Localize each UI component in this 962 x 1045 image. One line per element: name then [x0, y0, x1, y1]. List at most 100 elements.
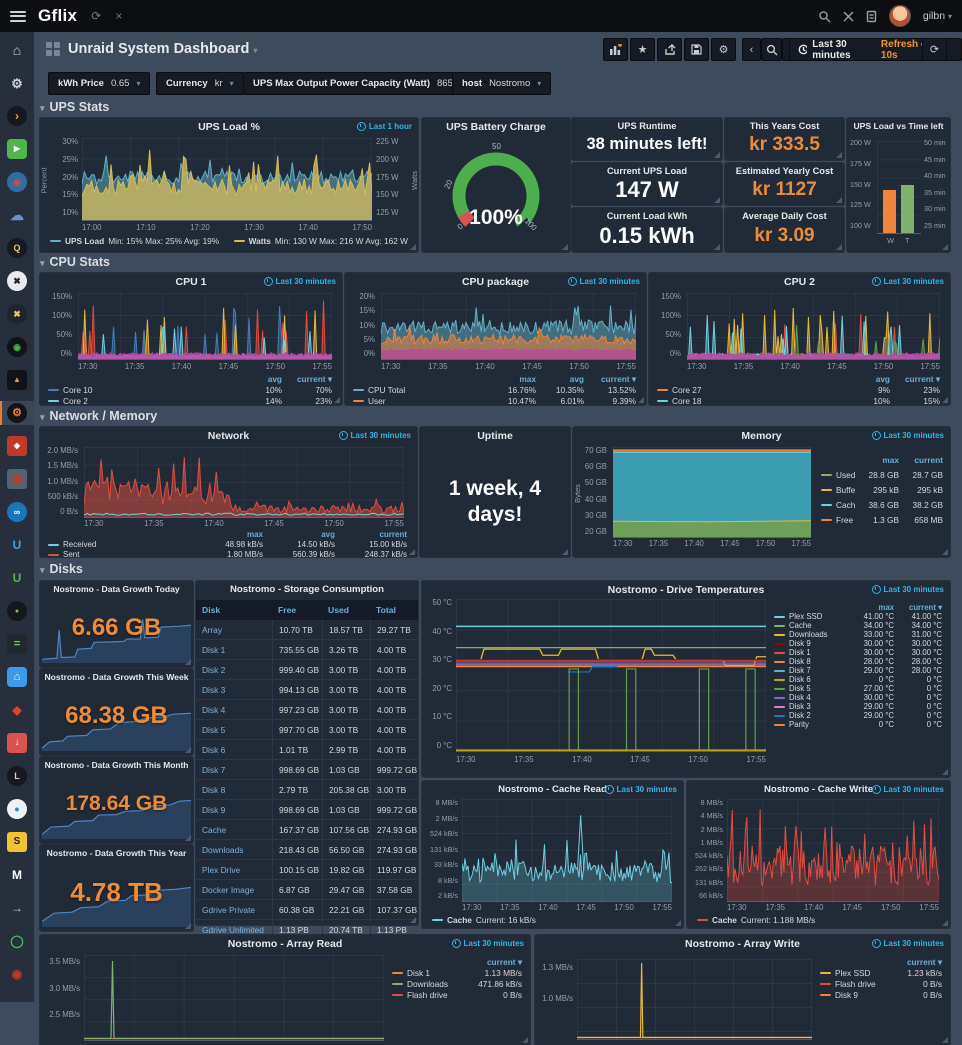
bar-time[interactable]: [901, 185, 914, 233]
time-badge[interactable]: Last 30 minutes: [452, 939, 524, 948]
legend-series[interactable]: CPU Total: [353, 385, 484, 395]
sidebar-app-icon[interactable]: ◉: [0, 335, 34, 359]
memory-chart[interactable]: [613, 447, 811, 538]
sidebar-app-icon[interactable]: ◯: [0, 929, 34, 953]
drive-temperatures-chart[interactable]: [456, 599, 766, 752]
share-button[interactable]: [657, 38, 682, 61]
save-button[interactable]: [684, 38, 709, 61]
sidebar-app-icon[interactable]: ◆: [0, 434, 34, 458]
legend-series[interactable]: Disk 1: [392, 968, 460, 978]
cache-read-legend[interactable]: CacheCurrent: 16 kB/s: [432, 915, 536, 925]
sidebar-app-icon[interactable]: ▦: [0, 467, 34, 491]
refresh-button[interactable]: ⟳: [922, 38, 947, 61]
cache-write-chart[interactable]: [727, 799, 939, 902]
variable-host[interactable]: hostNostromo▾: [452, 72, 551, 95]
user-menu[interactable]: gilbn ▾: [923, 10, 952, 22]
cache-write-legend[interactable]: CacheCurrent: 1.188 MB/s: [697, 915, 815, 925]
sidebar-app-icon[interactable]: ⌂: [0, 665, 34, 689]
sidebar-app-icon[interactable]: ⚙: [0, 71, 34, 95]
sidebar-app-icon[interactable]: ⌂: [0, 38, 34, 62]
time-badge[interactable]: Last 30 minutes: [872, 277, 944, 286]
ups-load-chart[interactable]: [82, 138, 372, 221]
snapshot-icon[interactable]: [866, 10, 877, 23]
legend-series[interactable]: Disk 3: [774, 702, 844, 711]
legend-series[interactable]: Disk 8: [774, 657, 844, 666]
avatar[interactable]: [889, 5, 911, 27]
app-logo[interactable]: Gflix: [38, 6, 77, 26]
cpu1-chart[interactable]: [78, 293, 332, 360]
time-badge[interactable]: Last 1 hour: [357, 122, 412, 131]
section-disks[interactable]: ▾Disks: [40, 562, 83, 576]
variable-currency[interactable]: Currencykr▾: [156, 72, 244, 95]
legend-series[interactable]: Disk 6: [774, 675, 844, 684]
legend-series[interactable]: Flash drive: [392, 990, 460, 1000]
legend-series[interactable]: Disk 1: [774, 648, 844, 657]
sidebar-app-icon[interactable]: ◆: [0, 698, 34, 722]
legend-series[interactable]: Disk 9: [774, 639, 844, 648]
time-badge[interactable]: Last 30 minutes: [872, 585, 944, 594]
legend-series[interactable]: Buffered: [821, 485, 855, 495]
legend-series[interactable]: Disk 9: [820, 990, 884, 1000]
legend-series[interactable]: Parity: [774, 720, 844, 729]
legend-series[interactable]: Disk 2: [774, 711, 844, 720]
cache-read-chart[interactable]: [462, 799, 672, 902]
legend-series[interactable]: Plex SSD: [820, 968, 884, 978]
section-network-memory[interactable]: ▾Network / Memory: [40, 409, 157, 423]
section-ups-stats[interactable]: ▾UPS Stats: [40, 100, 109, 114]
sidebar-app-icon[interactable]: ◉: [0, 170, 34, 194]
menu-icon[interactable]: [10, 11, 26, 22]
legend-series[interactable]: User: [353, 396, 484, 406]
legend-series[interactable]: Core 2: [48, 396, 240, 406]
sidebar-app-icon[interactable]: =: [0, 632, 34, 656]
legend-series[interactable]: Core 10: [48, 385, 240, 395]
sidebar-app-icon[interactable]: ◉: [0, 962, 34, 986]
legend-series[interactable]: Sent: [48, 550, 193, 559]
refresh-tab-icon[interactable]: ⟳: [91, 9, 101, 23]
sidebar-app-icon[interactable]: ●: [0, 797, 34, 821]
page-title[interactable]: Unraid System Dashboard ▾: [68, 41, 257, 57]
sidebar-app-icon[interactable]: ●: [0, 599, 34, 623]
sidebar-app-icon[interactable]: ▶: [0, 137, 34, 161]
time-badge[interactable]: Last 30 minutes: [872, 939, 944, 948]
time-badge[interactable]: Last 30 minutes: [568, 277, 640, 286]
legend-series[interactable]: Disk 7: [774, 666, 844, 675]
legend-series[interactable]: Downloads: [392, 979, 460, 989]
time-back-button[interactable]: ‹: [742, 38, 761, 61]
cpu2-chart[interactable]: [687, 293, 940, 360]
sidebar-app-icon[interactable]: ✖: [0, 302, 34, 326]
legend-series[interactable]: Flash drive: [820, 979, 884, 989]
dashboard-settings-button[interactable]: ⚙: [711, 38, 736, 61]
sidebar-app-icon[interactable]: ▲: [0, 368, 34, 392]
sidebar-app-icon[interactable]: ✖: [0, 269, 34, 293]
cpu-package-chart[interactable]: [381, 293, 636, 360]
legend-series[interactable]: Disk 4: [774, 693, 844, 702]
legend-series[interactable]: Cache: [774, 621, 844, 630]
legend-series[interactable]: Downloads: [774, 630, 844, 639]
time-badge[interactable]: Last 30 minutes: [264, 277, 336, 286]
sidebar-app-icon[interactable]: ∞: [0, 500, 34, 524]
legend-series[interactable]: Received: [48, 540, 193, 549]
sidebar-app-icon[interactable]: Q: [0, 236, 34, 260]
sidebar-app-icon[interactable]: ⚙: [0, 401, 34, 425]
sidebar-app-icon[interactable]: ↓: [0, 731, 34, 755]
time-badge[interactable]: Last 30 minutes: [339, 431, 411, 440]
close-tab-icon[interactable]: ×: [115, 9, 122, 23]
legend-series[interactable]: Cached: [821, 500, 855, 510]
variable-kwh-price[interactable]: kWh Price0.65▾: [48, 72, 150, 95]
sidebar-app-icon[interactable]: U: [0, 566, 34, 590]
legend-series[interactable]: Plex SSD: [774, 612, 844, 621]
load-vs-time-chart[interactable]: [877, 141, 921, 234]
sidebar-app-icon[interactable]: ☁: [0, 203, 34, 227]
legend-series[interactable]: Used: [821, 470, 855, 480]
legend-watts[interactable]: WattsMin: 130 W Max: 216 W Avg: 162 W: [234, 236, 408, 246]
array-write-chart[interactable]: [577, 959, 812, 1040]
legend-series[interactable]: Core 27: [657, 385, 848, 395]
sidebar-app-icon[interactable]: S: [0, 830, 34, 854]
search-icon[interactable]: [818, 10, 831, 23]
time-badge[interactable]: Last 30 minutes: [872, 431, 944, 440]
sidebar-app-icon[interactable]: L: [0, 764, 34, 788]
section-cpu-stats[interactable]: ▾CPU Stats: [40, 255, 110, 269]
sidebar-app-icon[interactable]: →: [0, 896, 34, 920]
array-read-chart[interactable]: [84, 955, 384, 1041]
sidebar-app-icon[interactable]: M: [0, 863, 34, 887]
